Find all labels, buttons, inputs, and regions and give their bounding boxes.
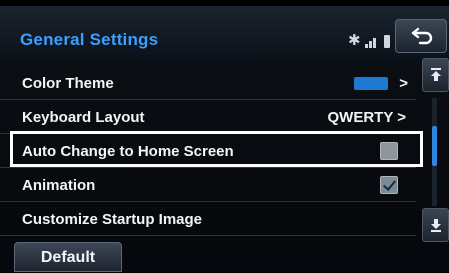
signal-icon [364, 34, 376, 48]
scrollbar [420, 58, 449, 243]
animation-checkbox[interactable] [380, 176, 398, 194]
back-button[interactable] [395, 19, 447, 53]
battery-icon [383, 35, 390, 48]
scroll-to-bottom-icon [431, 219, 441, 232]
row-customize-startup[interactable]: Customize Startup Image [0, 202, 416, 236]
row-label: Customize Startup Image [22, 211, 203, 228]
bluetooth-icon: ✱ [348, 32, 361, 49]
row-keyboard-layout[interactable]: Keyboard Layout QWERTY > [0, 100, 416, 134]
row-value: QWERTY > [327, 109, 407, 126]
row-auto-change-home[interactable]: Auto Change to Home Screen [0, 134, 416, 168]
status-icons: ✱ [348, 32, 390, 48]
scroll-bottom-button[interactable] [422, 208, 449, 242]
auto-change-checkbox[interactable] [380, 142, 398, 160]
row-animation[interactable]: Animation [0, 168, 416, 202]
chevron-right-icon: > [399, 75, 408, 92]
header: General Settings ✱ [0, 6, 449, 66]
default-button[interactable]: Default [14, 242, 122, 272]
color-swatch [354, 77, 388, 90]
scroll-to-top-icon [431, 68, 441, 81]
back-arrow-icon [411, 27, 433, 45]
row-label: Color Theme [22, 75, 114, 92]
row-label: Auto Change to Home Screen [22, 143, 234, 160]
settings-screen: General Settings ✱ Color Theme > Keyboar… [0, 0, 449, 272]
row-color-theme[interactable]: Color Theme > [0, 66, 416, 100]
scroll-top-button[interactable] [422, 58, 449, 92]
scroll-thumb[interactable] [432, 126, 437, 166]
row-label: Keyboard Layout [22, 109, 145, 126]
page-title: General Settings [20, 30, 159, 49]
row-label: Animation [22, 177, 96, 194]
